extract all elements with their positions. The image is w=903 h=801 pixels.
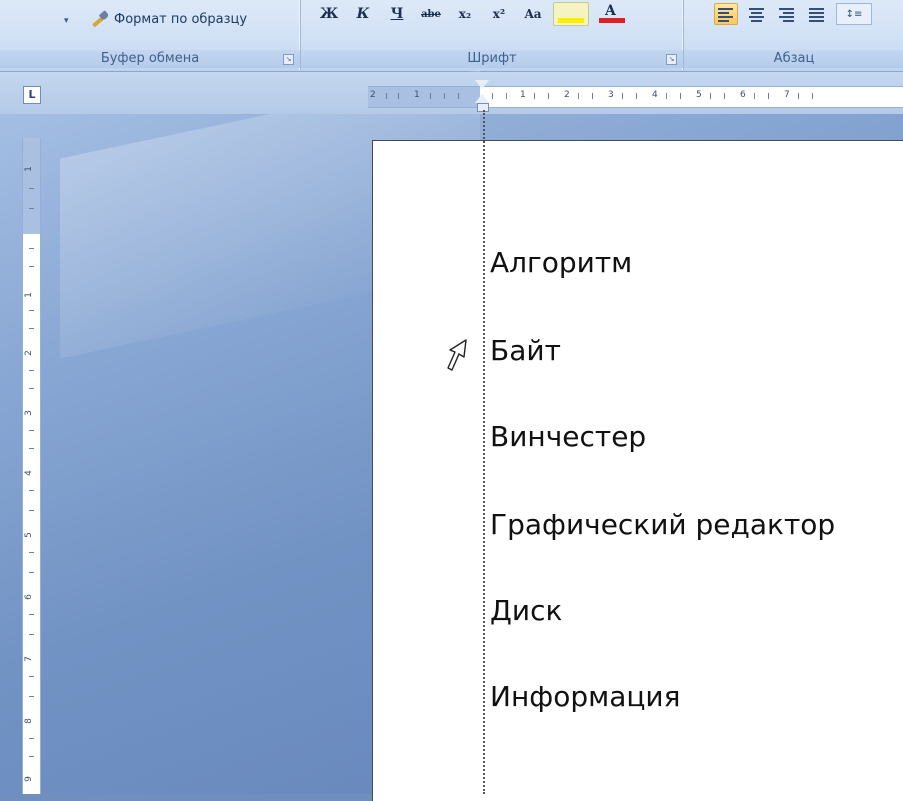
subscript-button[interactable]: x₂: [451, 3, 479, 25]
brush-icon: [90, 10, 110, 28]
v-ruler-number: 1: [23, 166, 34, 172]
hanging-indent-handle[interactable]: [475, 94, 489, 103]
h-ruler-number: 1: [414, 90, 420, 100]
font-dialog-launcher-icon[interactable]: ↘: [666, 54, 677, 65]
paragraph-group: ↕≡ Абзац: [684, 0, 903, 70]
indent-guide-line: [483, 110, 485, 794]
italic-button[interactable]: К: [349, 3, 377, 25]
v-ruler-number: 4: [23, 470, 34, 476]
superscript-button[interactable]: x²: [485, 3, 513, 25]
strikethrough-button[interactable]: abe: [417, 3, 445, 25]
underline-button[interactable]: Ч: [383, 3, 411, 25]
clipboard-group-label: Буфер обмена: [0, 50, 300, 68]
h-ruler-number: 1: [520, 90, 526, 100]
document-line[interactable]: Байт: [490, 334, 561, 367]
font-color-letter: A: [605, 3, 616, 19]
line-spacing-button[interactable]: ↕≡: [836, 3, 872, 25]
h-ruler-number: 6: [740, 90, 746, 100]
tab-selector-button[interactable]: L: [23, 86, 41, 104]
v-ruler-number: 3: [23, 410, 34, 416]
format-painter-button[interactable]: Формат по образцу: [90, 8, 247, 30]
v-ruler-number: 7: [23, 656, 34, 662]
align-left-button[interactable]: [714, 3, 738, 25]
h-ruler-number: 2: [564, 90, 570, 100]
paste-dropdown-arrow-icon[interactable]: ▾: [64, 16, 69, 26]
horizontal-ruler[interactable]: 2 1 1 2 3 4 5 6 7: [368, 86, 903, 108]
justify-button[interactable]: [806, 4, 828, 24]
h-ruler-number: 4: [652, 90, 658, 100]
clipboard-dialog-launcher-icon[interactable]: ↘: [283, 54, 294, 65]
vertical-ruler-margin: [23, 138, 40, 234]
change-case-button[interactable]: Aa: [519, 3, 547, 25]
first-line-indent-handle[interactable]: [475, 80, 489, 89]
move-arrow-cursor-icon: [447, 339, 467, 371]
ribbon: ▾ Формат по образцу Буфер обмена ↘ Ж К Ч…: [0, 0, 903, 72]
v-ruler-number: 9: [23, 776, 34, 782]
format-painter-label: Формат по образцу: [114, 11, 248, 27]
paragraph-group-label: Абзац: [684, 50, 903, 68]
v-ruler-number: 2: [23, 350, 34, 356]
document-line[interactable]: Диск: [490, 594, 562, 627]
document-line[interactable]: Информация: [490, 680, 680, 713]
v-ruler-number: 5: [23, 532, 34, 538]
v-ruler-number: 6: [23, 594, 34, 600]
vertical-ruler[interactable]: 1 1 2 3 4 5 6 7 8 9: [22, 138, 41, 794]
bold-button[interactable]: Ж: [315, 3, 343, 25]
h-ruler-number: 2: [370, 90, 376, 100]
font-group-label: Шрифт: [301, 50, 683, 68]
highlight-color-swatch: [558, 18, 584, 23]
h-ruler-number: 7: [784, 90, 790, 100]
v-ruler-number: 1: [23, 292, 34, 298]
v-ruler-number: 8: [23, 718, 34, 724]
h-ruler-number: 5: [696, 90, 702, 100]
document-line[interactable]: Винчестер: [490, 420, 646, 453]
highlight-color-button[interactable]: [553, 2, 589, 26]
font-group: Ж К Ч abe x₂ x² Aa A Шрифт ↘: [301, 0, 684, 70]
font-color-swatch: [599, 18, 625, 23]
h-ruler-number: 3: [608, 90, 614, 100]
document-line[interactable]: Алгоритм: [490, 246, 632, 279]
align-right-button[interactable]: [776, 4, 798, 24]
font-color-button[interactable]: A: [595, 3, 629, 25]
align-center-button[interactable]: [746, 4, 768, 24]
document-line[interactable]: Графический редактор: [490, 508, 835, 541]
indent-marker[interactable]: [475, 80, 489, 112]
horizontal-ruler-margin: [368, 87, 480, 107]
clipboard-group: ▾ Формат по образцу Буфер обмена ↘: [0, 0, 301, 70]
